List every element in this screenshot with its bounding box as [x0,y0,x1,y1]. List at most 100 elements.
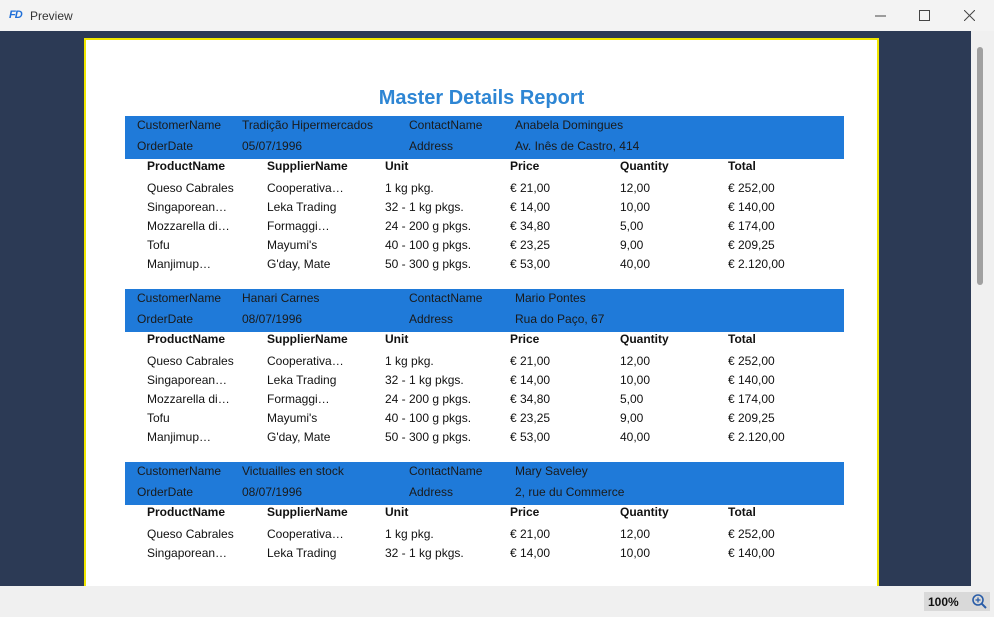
zoom-in-icon[interactable] [971,593,988,610]
customer-name-value: Hanari Carnes [242,291,320,305]
cell-supplier: Cooperativa… [267,527,344,541]
customer-name-label: CustomerName [137,291,222,305]
address-label: Address [409,312,454,326]
cell-supplier: Formaggi… [267,392,330,406]
order-group: CustomerName Victuailles en stock ContactN… [125,462,844,562]
cell-price: € 21,00 [510,527,551,541]
minimize-icon [874,15,886,17]
order-date-value: 08/07/1996 [242,485,303,499]
table-row: Singaporean… Leka Trading 32 - 1 kg pkgs. €… [125,370,844,389]
cell-supplier: Leka Trading [267,546,337,560]
cell-price: € 14,00 [510,200,551,214]
table-row: Mozzarella di… Formaggi… 24 - 200 g pkgs. €… [125,216,844,235]
cell-supplier: G'day, Mate [267,257,331,271]
maximize-button[interactable] [901,0,947,31]
order-date-label: OrderDate [137,312,194,326]
master-band: CustomerName Victuailles en stock ContactN… [125,462,844,505]
cell-total: € 209,25 [728,411,775,425]
column-header-unit: Unit [385,332,409,346]
preview-viewport[interactable]: Master Details Report CustomerName Tradiç… [0,31,971,586]
status-bar: 100% [0,586,994,617]
zoom-control[interactable]: 100% [924,592,990,611]
order-date-label: OrderDate [137,139,194,153]
contact-name-label: ContactName [409,118,483,132]
cell-total: € 140,00 [728,546,775,560]
cell-supplier: Mayumi's [267,238,318,252]
cell-total: € 252,00 [728,527,775,541]
zoom-level: 100% [928,595,959,609]
cell-product: Singaporean… [147,200,228,214]
contact-name-label: ContactName [409,291,483,305]
address-label: Address [409,139,454,153]
detail-header-row: ProductName SupplierName Unit Price Quantity… [125,332,844,351]
table-row: Singaporean… Leka Trading 32 - 1 kg pkgs. €… [125,197,844,216]
column-header-unit: Unit [385,159,409,173]
cell-product: Mozzarella di… [147,392,230,406]
column-header-product: ProductName [147,505,226,519]
scrollbar-thumb[interactable] [977,47,983,285]
cell-product: Singaporean… [147,373,228,387]
title-bar: FD Preview [0,0,994,32]
cell-supplier: Leka Trading [267,200,337,214]
cell-quantity: 40,00 [620,430,651,444]
window-title: Preview [30,9,73,23]
address-label: Address [409,485,454,499]
cell-quantity: 9,00 [620,238,644,252]
maximize-icon [918,10,930,21]
table-row: Queso Cabrales Cooperativa… 1 kg pkg. € 21,… [125,351,844,370]
column-header-total: Total [728,505,756,519]
cell-price: € 34,80 [510,219,551,233]
cell-total: € 252,00 [728,354,775,368]
column-header-price: Price [510,505,540,519]
cell-price: € 14,00 [510,546,551,560]
cell-price: € 23,25 [510,411,551,425]
cell-product: Tofu [147,411,170,425]
column-header-supplier: SupplierName [267,159,348,173]
cell-total: € 252,00 [728,181,775,195]
minimize-button[interactable] [857,0,903,31]
order-date-value: 05/07/1996 [242,139,303,153]
cell-supplier: Cooperativa… [267,181,344,195]
cell-price: € 34,80 [510,392,551,406]
cell-product: Tofu [147,238,170,252]
cell-supplier: Formaggi… [267,219,330,233]
cell-quantity: 12,00 [620,527,651,541]
detail-header-row: ProductName SupplierName Unit Price Quantity… [125,159,844,178]
table-row: Singaporean… Leka Trading 32 - 1 kg pkgs. €… [125,543,844,562]
cell-quantity: 9,00 [620,411,644,425]
contact-name-value: Mary Saveley [515,464,588,478]
order-group: CustomerName Tradição Hipermercados Contac… [125,116,844,273]
cell-price: € 21,00 [510,181,551,195]
cell-product: Manjimup… [147,430,212,444]
order-date-value: 08/07/1996 [242,312,303,326]
cell-quantity: 12,00 [620,181,651,195]
cell-total: € 209,25 [728,238,775,252]
detail-table: ProductName SupplierName Unit Price Quantity… [125,505,844,562]
cell-quantity: 10,00 [620,200,651,214]
column-header-product: ProductName [147,332,226,346]
vertical-scrollbar[interactable] [971,31,994,586]
cell-total: € 140,00 [728,200,775,214]
detail-table: ProductName SupplierName Unit Price Quantity… [125,332,844,446]
detail-table: ProductName SupplierName Unit Price Quantity… [125,159,844,273]
cell-unit: 24 - 200 g pkgs. [385,392,472,406]
cell-product: Queso Cabrales [147,354,234,368]
cell-unit: 50 - 300 g pkgs. [385,430,472,444]
customer-name-value: Tradição Hipermercados [242,118,373,132]
cell-unit: 24 - 200 g pkgs. [385,219,472,233]
table-row: Mozzarella di… Formaggi… 24 - 200 g pkgs. €… [125,389,844,408]
detail-header-row: ProductName SupplierName Unit Price Quantity… [125,505,844,524]
customer-name-value: Victuailles en stock [242,464,344,478]
cell-unit: 1 kg pkg. [385,181,434,195]
cell-price: € 53,00 [510,430,551,444]
column-header-quantity: Quantity [620,332,669,346]
cell-unit: 40 - 100 g pkgs. [385,411,472,425]
cell-total: € 140,00 [728,373,775,387]
close-button[interactable] [946,0,992,31]
cell-unit: 50 - 300 g pkgs. [385,257,472,271]
address-value: Av. Inês de Castro, 414 [515,139,640,153]
cell-quantity: 10,00 [620,373,651,387]
cell-unit: 32 - 1 kg pkgs. [385,200,464,214]
cell-supplier: G'day, Mate [267,430,331,444]
table-row: Manjimup… G'day, Mate 50 - 300 g pkgs. € 53… [125,427,844,446]
